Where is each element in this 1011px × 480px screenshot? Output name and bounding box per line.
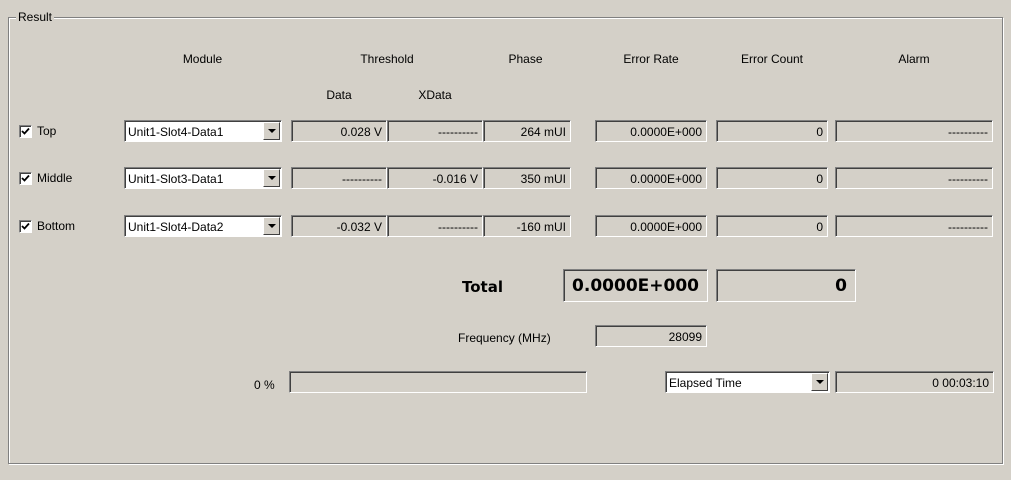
elapsed-time-value: 0 00:03:10 bbox=[835, 371, 994, 393]
error-rate-middle: 0.0000E+000 bbox=[595, 167, 707, 189]
threshold-data-top: 0.028 V bbox=[291, 120, 387, 142]
progress-bar bbox=[289, 371, 587, 393]
error-rate-bottom: 0.0000E+000 bbox=[595, 215, 707, 237]
frequency-value: 28099 bbox=[595, 325, 707, 347]
module-select-bottom[interactable]: Unit1-Slot4-Data2 bbox=[124, 215, 282, 237]
chevron-down-icon[interactable] bbox=[263, 122, 280, 140]
threshold-xdata-middle: -0.016 V bbox=[387, 167, 483, 189]
row-label-bottom: Bottom bbox=[37, 219, 76, 233]
checkmark-icon bbox=[21, 222, 30, 230]
phase-top: 264 mUI bbox=[483, 120, 571, 142]
result-group-title: Result bbox=[16, 10, 55, 24]
phase-bottom: -160 mUI bbox=[483, 215, 571, 237]
threshold-data-bottom: -0.032 V bbox=[291, 215, 387, 237]
error-count-top: 0 bbox=[716, 120, 828, 142]
header-data: Data bbox=[326, 88, 352, 102]
header-alarm: Alarm bbox=[898, 52, 930, 66]
phase-middle: 350 mUI bbox=[483, 167, 571, 189]
alarm-top: ---------- bbox=[835, 120, 993, 142]
threshold-xdata-bottom: ---------- bbox=[387, 215, 483, 237]
checkbox-middle[interactable] bbox=[19, 172, 32, 185]
time-mode-value: Elapsed Time bbox=[669, 376, 742, 390]
result-groupbox bbox=[8, 17, 1003, 464]
checkbox-top[interactable] bbox=[19, 125, 32, 138]
frequency-label: Frequency (MHz) bbox=[458, 331, 551, 345]
threshold-xdata-top: ---------- bbox=[387, 120, 483, 142]
progress-label: 0 % bbox=[254, 378, 275, 392]
header-phase: Phase bbox=[508, 52, 543, 66]
total-error-rate: 0.0000E+000 bbox=[563, 269, 708, 302]
error-count-middle: 0 bbox=[716, 167, 828, 189]
error-rate-top: 0.0000E+000 bbox=[595, 120, 707, 142]
header-threshold: Threshold bbox=[360, 52, 414, 66]
module-select-top[interactable]: Unit1-Slot4-Data1 bbox=[124, 120, 282, 142]
alarm-bottom: ---------- bbox=[835, 215, 993, 237]
module-select-middle-value: Unit1-Slot3-Data1 bbox=[128, 172, 224, 186]
row-label-top: Top bbox=[37, 124, 57, 138]
checkmark-icon bbox=[21, 174, 30, 182]
header-error-rate: Error Rate bbox=[623, 52, 679, 66]
chevron-down-icon[interactable] bbox=[263, 217, 280, 235]
threshold-data-middle: ---------- bbox=[291, 167, 387, 189]
total-error-count: 0 bbox=[716, 269, 856, 302]
header-xdata: XData bbox=[418, 88, 452, 102]
time-mode-select[interactable]: Elapsed Time bbox=[665, 371, 830, 393]
header-module: Module bbox=[182, 52, 223, 66]
module-select-middle[interactable]: Unit1-Slot3-Data1 bbox=[124, 167, 282, 189]
row-label-middle: Middle bbox=[37, 171, 73, 185]
chevron-down-icon[interactable] bbox=[811, 373, 828, 391]
module-select-bottom-value: Unit1-Slot4-Data2 bbox=[128, 220, 224, 234]
checkbox-bottom[interactable] bbox=[19, 220, 32, 233]
header-error-count: Error Count bbox=[740, 52, 804, 66]
total-label: Total bbox=[462, 278, 503, 296]
chevron-down-icon[interactable] bbox=[263, 169, 280, 187]
module-select-top-value: Unit1-Slot4-Data1 bbox=[128, 125, 224, 139]
checkmark-icon bbox=[21, 127, 30, 135]
error-count-bottom: 0 bbox=[716, 215, 828, 237]
alarm-middle: ---------- bbox=[835, 167, 993, 189]
